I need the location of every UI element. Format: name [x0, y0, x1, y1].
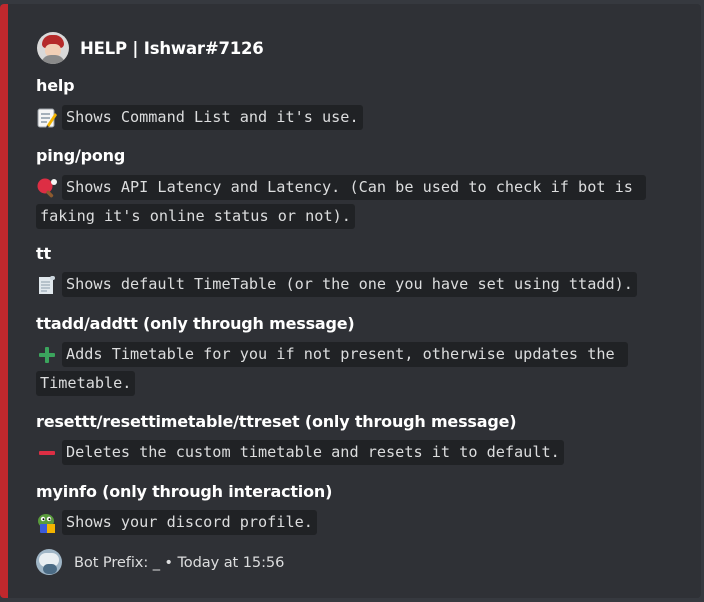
footer-text: Bot Prefix: _ • Today at 15:56	[74, 553, 285, 571]
field-value-continuation: Timetable.	[36, 371, 136, 396]
author-avatar[interactable]	[37, 32, 69, 64]
field-value-text: Shows default TimeTable (or the one you …	[62, 272, 637, 297]
field-name: myinfo (only through interaction)	[36, 482, 333, 501]
embed-card: HELP | Ishwar#7126 help Shows Command Li…	[0, 4, 701, 598]
field-value: Shows API Latency and Latency. (Can be u…	[36, 175, 647, 200]
field-value-text: Timetable.	[36, 371, 136, 396]
memo-icon	[36, 107, 58, 129]
plus-icon	[36, 344, 58, 366]
author-name[interactable]: HELP | Ishwar#7126	[80, 39, 264, 58]
field-value: Shows Command List and it's use.	[36, 105, 363, 130]
field-value-text: Shows your discord profile.	[62, 510, 317, 535]
field-value-text: faking it's online status or not).	[36, 204, 355, 229]
field-value: Adds Timetable for you if not present, o…	[36, 342, 628, 367]
pepe-reading-icon	[36, 512, 58, 534]
field-name: help	[36, 76, 75, 95]
field-value-continuation: faking it's online status or not).	[36, 204, 355, 229]
minus-icon	[36, 442, 58, 464]
scroll-icon	[36, 274, 58, 296]
ping-pong-icon	[36, 177, 58, 199]
field-value: Shows default TimeTable (or the one you …	[36, 272, 637, 297]
field-name: ttadd/addtt (only through message)	[36, 314, 355, 333]
field-name: ping/pong	[36, 146, 126, 165]
field-name: resettt/resettimetable/ttreset (only thr…	[36, 412, 517, 431]
field-value-text: Shows Command List and it's use.	[62, 105, 363, 130]
embed-author: HELP | Ishwar#7126	[37, 31, 264, 65]
embed-footer: Bot Prefix: _ • Today at 15:56	[36, 548, 284, 576]
field-value-text: Adds Timetable for you if not present, o…	[62, 342, 628, 367]
bot-avatar	[36, 549, 62, 575]
field-value-text: Shows API Latency and Latency. (Can be u…	[62, 175, 647, 200]
field-value: Deletes the custom timetable and resets …	[36, 440, 564, 465]
field-value: Shows your discord profile.	[36, 510, 317, 535]
field-name: tt	[36, 244, 51, 263]
field-value-text: Deletes the custom timetable and resets …	[62, 440, 564, 465]
